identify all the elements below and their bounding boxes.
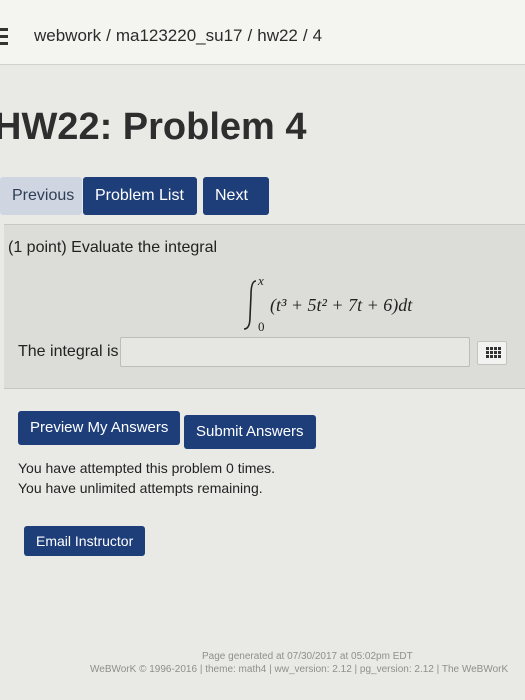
breadcrumb-item-problem: 4 <box>312 26 323 45</box>
integral-lower-limit: 0 <box>258 319 265 333</box>
email-instructor-button[interactable]: Email Instructor <box>24 526 146 556</box>
integral-upper-limit: x <box>257 273 264 288</box>
problem-intro: (1 point) Evaluate the integral <box>8 239 218 256</box>
previous-button[interactable]: Previous <box>0 177 82 215</box>
hamburger-icon[interactable] <box>0 28 8 50</box>
integral-integrand: (t³ + 5t² + 7t + 6)dt <box>270 295 413 316</box>
next-button[interactable]: Next <box>203 177 269 215</box>
remaining-attempts-text: You have unlimited attempts remaining. <box>18 480 263 496</box>
footer-credits: WeBWorK © 1996-2016 | theme: math4 | ww_… <box>90 664 509 675</box>
equation-editor-grid-icon[interactable] <box>477 341 507 365</box>
top-bar: webwork / ma123220_su17/hw22/4 <box>0 0 525 65</box>
breadcrumb-item-course-root[interactable]: webwork <box>34 26 101 45</box>
integral-sign <box>243 280 257 330</box>
integral-expression: x 0 (t³ + 5t² + 7t + 6)dt <box>243 273 413 333</box>
breadcrumb-separator: / <box>302 26 308 45</box>
answer-label: The integral is <box>18 343 119 360</box>
footer-generated: Page generated at 07/30/2017 at 05:02pm … <box>202 651 413 662</box>
attempts-text: You have attempted this problem 0 times. <box>18 460 276 476</box>
submit-answers-button[interactable]: Submit Answers <box>184 415 316 449</box>
breadcrumb-separator: / <box>106 26 111 45</box>
page-title: HW22: Problem 4 <box>0 106 307 148</box>
footer: Page generated at 07/30/2017 at 05:02pm … <box>90 650 520 676</box>
breadcrumb-separator: / <box>247 26 253 45</box>
breadcrumb-item-set[interactable]: hw22 <box>257 26 298 45</box>
attempt-status: You have attempted this problem 0 times.… <box>18 458 275 498</box>
problem-panel: (1 point) Evaluate the integral x 0 (t³ … <box>4 224 525 389</box>
answer-input[interactable] <box>120 337 470 367</box>
breadcrumb-item-course[interactable]: ma123220_su17 <box>116 26 243 45</box>
breadcrumb: webwork / ma123220_su17/hw22/4 <box>34 26 322 46</box>
preview-answers-button[interactable]: Preview My Answers <box>18 411 181 445</box>
problem-list-button[interactable]: Problem List <box>83 177 197 215</box>
